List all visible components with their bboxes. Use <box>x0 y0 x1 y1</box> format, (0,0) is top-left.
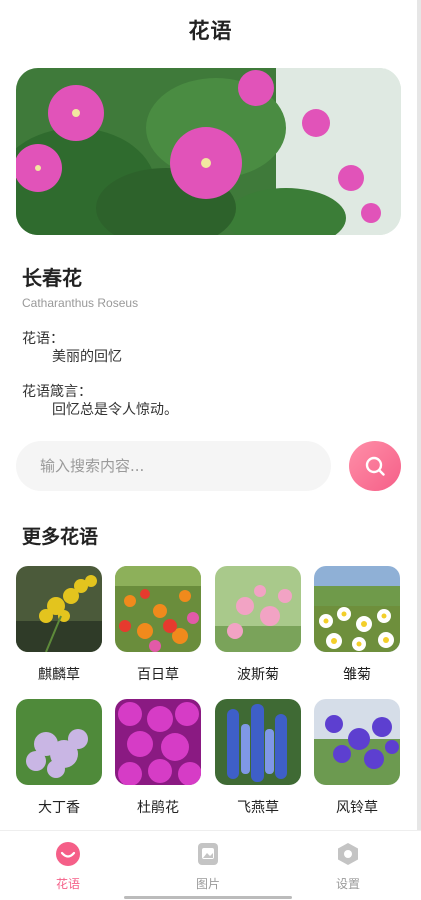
quote-value: 回忆总是令人惊动。 <box>52 402 178 418</box>
meaning-label: 花语： <box>22 331 64 347</box>
hero-image <box>16 68 401 235</box>
quote-label: 花语箴言： <box>22 384 92 400</box>
tab-flower-language[interactable]: 花语 <box>18 831 118 900</box>
tab-label: 设置 <box>335 877 360 891</box>
flower-card[interactable]: 波斯菊 <box>215 566 301 684</box>
flower-card[interactable]: 风铃草 <box>314 699 400 817</box>
flower-thumbnail <box>115 566 201 652</box>
tab-label: 花语 <box>55 877 80 891</box>
settings-hex-icon <box>338 843 358 865</box>
search-box <box>16 441 331 491</box>
flower-thumbnail <box>16 566 102 652</box>
flower-card-label: 波斯菊 <box>237 667 279 683</box>
flower-thumbnail <box>115 699 201 785</box>
flower-smile-icon <box>56 842 80 866</box>
flower-latin-name: Catharanthus Roseus <box>22 296 139 310</box>
flower-card-label: 飞燕草 <box>237 800 279 816</box>
flower-card-label: 百日草 <box>137 667 179 683</box>
flower-card-label: 大丁香 <box>38 800 80 816</box>
tab-images[interactable]: 图片 <box>158 831 258 900</box>
bottom-tab-bar: 花语 图片 设置 <box>0 830 421 900</box>
tab-settings[interactable]: 设置 <box>298 831 398 900</box>
flower-card-label: 风铃草 <box>336 800 378 816</box>
flower-thumbnail <box>215 699 301 785</box>
flower-card[interactable]: 杜鹃花 <box>115 699 201 817</box>
flower-card-label: 麒麟草 <box>38 667 80 683</box>
home-indicator <box>124 896 292 899</box>
more-section-title: 更多花语 <box>22 526 99 548</box>
search-input[interactable] <box>40 457 310 475</box>
tab-label: 图片 <box>195 877 220 891</box>
flower-thumbnail <box>16 699 102 785</box>
flower-card-label: 杜鹃花 <box>137 800 179 816</box>
flower-card[interactable]: 雏菊 <box>314 566 400 684</box>
search-button[interactable] <box>349 441 401 491</box>
image-icon <box>198 843 218 865</box>
meaning-value: 美丽的回忆 <box>52 349 122 365</box>
flower-card[interactable]: 大丁香 <box>16 699 102 817</box>
scroll-edge <box>417 0 421 900</box>
flower-thumbnail <box>314 566 400 652</box>
flower-card[interactable]: 飞燕草 <box>215 699 301 817</box>
top-bar: 花语 <box>0 0 421 60</box>
flower-card-label: 雏菊 <box>343 667 371 683</box>
flower-name: 长春花 <box>22 266 82 290</box>
flower-card[interactable]: 百日草 <box>115 566 201 684</box>
flower-card[interactable]: 麒麟草 <box>16 566 102 684</box>
search-icon <box>365 456 385 476</box>
flower-thumbnail <box>314 699 400 785</box>
flower-thumbnail <box>215 566 301 652</box>
page-title: 花语 <box>188 19 233 43</box>
